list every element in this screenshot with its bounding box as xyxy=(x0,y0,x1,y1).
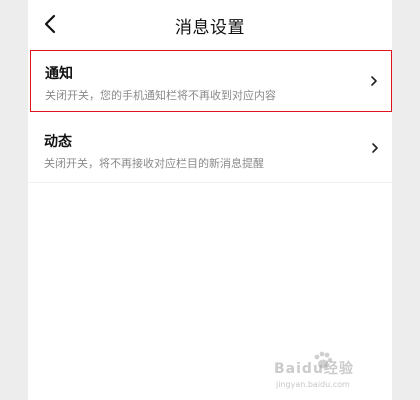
settings-item-wrapper: 动态 关闭开关，将不再接收对应栏目的新消息提醒 xyxy=(28,118,392,183)
chevron-right-icon xyxy=(369,74,379,88)
settings-item-description: 关闭开关，您的手机通知栏将不再收到对应内容 xyxy=(45,89,276,102)
settings-item-description: 关闭开关，将不再接收对应栏目的新消息提醒 xyxy=(44,157,264,170)
top-bar: 消息设置 xyxy=(28,0,392,50)
page-title: 消息设置 xyxy=(175,18,245,38)
settings-list: 通知 关闭开关，您的手机通知栏将不再收到对应内容 动态 关闭开关，将不再接收对应… xyxy=(28,50,392,183)
settings-item-title: 通知 xyxy=(45,66,73,82)
settings-item-title: 动态 xyxy=(44,134,72,150)
settings-screen: 消息设置 通知 关闭开关，您的手机通知栏将不再收到对应内容 动态 关闭开关，将不… xyxy=(28,0,392,400)
settings-item-notifications[interactable]: 通知 关闭开关，您的手机通知栏将不再收到对应内容 xyxy=(30,50,392,112)
chevron-right-icon xyxy=(370,141,380,155)
settings-item-activity[interactable]: 动态 关闭开关，将不再接收对应栏目的新消息提醒 xyxy=(28,118,392,182)
watermark-url: jingyan.baidu.com xyxy=(276,380,350,389)
watermark-brand: Baidu经验 xyxy=(274,361,354,377)
watermark: Baidu经验 jingyan.baidu.com xyxy=(274,348,384,396)
